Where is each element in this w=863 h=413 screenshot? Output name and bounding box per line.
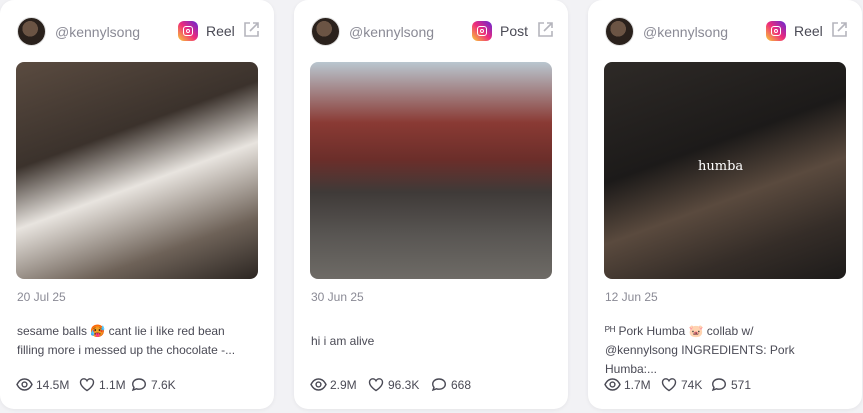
caption-line: filling more i messed up the chocolate -… bbox=[17, 343, 236, 357]
post-thumbnail[interactable] bbox=[16, 62, 258, 279]
avatar[interactable] bbox=[17, 17, 46, 46]
likes-count: 96.3K bbox=[388, 378, 420, 392]
views-count: 14.5M bbox=[36, 378, 70, 392]
likes-count: 74K bbox=[681, 378, 703, 392]
post-type-label: Post bbox=[500, 23, 529, 39]
post-type-label: Reel bbox=[794, 23, 823, 39]
comments-count: 668 bbox=[451, 378, 472, 392]
card-header: @kennylsong Reel bbox=[605, 17, 848, 47]
post-date: 12 Jun 25 bbox=[605, 290, 658, 304]
post-card[interactable]: @kennylsong Post 30 Jun 25 hi i am alive… bbox=[294, 0, 568, 409]
post-caption: ᴾᴴ Pork Humba 🐷 collab w/ @kennylsong IN… bbox=[605, 322, 847, 379]
account-handle[interactable]: @kennylsong bbox=[55, 24, 140, 40]
external-link-icon[interactable] bbox=[536, 21, 554, 39]
post-date: 20 Jul 25 bbox=[17, 290, 66, 304]
account-handle[interactable]: @kennylsong bbox=[643, 24, 728, 40]
external-link-icon[interactable] bbox=[830, 21, 848, 39]
heart-icon bbox=[368, 378, 384, 392]
post-grid: @kennylsong Reel 20 Jul 25 sesame balls … bbox=[0, 0, 863, 413]
eye-icon bbox=[16, 378, 33, 391]
post-date: 30 Jun 25 bbox=[311, 290, 364, 304]
avatar[interactable] bbox=[605, 17, 634, 46]
account-handle[interactable]: @kennylsong bbox=[349, 24, 434, 40]
comment-icon bbox=[131, 378, 147, 392]
comment-icon bbox=[711, 378, 727, 392]
heart-icon bbox=[661, 378, 677, 392]
post-card[interactable]: @kennylsong Reel humba 12 Jun 25 ᴾᴴ Pork… bbox=[588, 0, 862, 409]
comment-icon bbox=[431, 378, 447, 392]
comments-count: 7.6K bbox=[151, 378, 176, 392]
instagram-icon bbox=[472, 21, 492, 41]
instagram-icon bbox=[766, 21, 786, 41]
post-caption: sesame balls 🥵 cant lie i like red bean … bbox=[17, 322, 259, 360]
views-count: 1.7M bbox=[624, 378, 651, 392]
avatar[interactable] bbox=[311, 17, 340, 46]
heart-icon bbox=[79, 378, 95, 392]
post-type-label: Reel bbox=[206, 23, 235, 39]
comments-count: 571 bbox=[731, 378, 752, 392]
thumbnail-overlay-text: humba bbox=[698, 159, 744, 174]
caption-line: @kennylsong INGREDIENTS: Pork Humba:... bbox=[605, 343, 795, 376]
post-caption: hi i am alive bbox=[311, 332, 553, 351]
card-header: @kennylsong Post bbox=[311, 17, 554, 47]
post-thumbnail[interactable] bbox=[310, 62, 552, 279]
caption-line: ᴾᴴ Pork Humba 🐷 collab w/ bbox=[605, 324, 754, 338]
eye-icon bbox=[310, 378, 327, 391]
external-link-icon[interactable] bbox=[242, 21, 260, 39]
caption-line: hi i am alive bbox=[311, 334, 375, 348]
likes-count: 1.1M bbox=[99, 378, 126, 392]
eye-icon bbox=[604, 378, 621, 391]
post-card[interactable]: @kennylsong Reel 20 Jul 25 sesame balls … bbox=[0, 0, 274, 409]
card-header: @kennylsong Reel bbox=[17, 17, 260, 47]
instagram-icon bbox=[178, 21, 198, 41]
post-thumbnail[interactable]: humba bbox=[604, 62, 846, 279]
views-count: 2.9M bbox=[330, 378, 357, 392]
caption-line: sesame balls 🥵 cant lie i like red bean bbox=[17, 324, 225, 338]
